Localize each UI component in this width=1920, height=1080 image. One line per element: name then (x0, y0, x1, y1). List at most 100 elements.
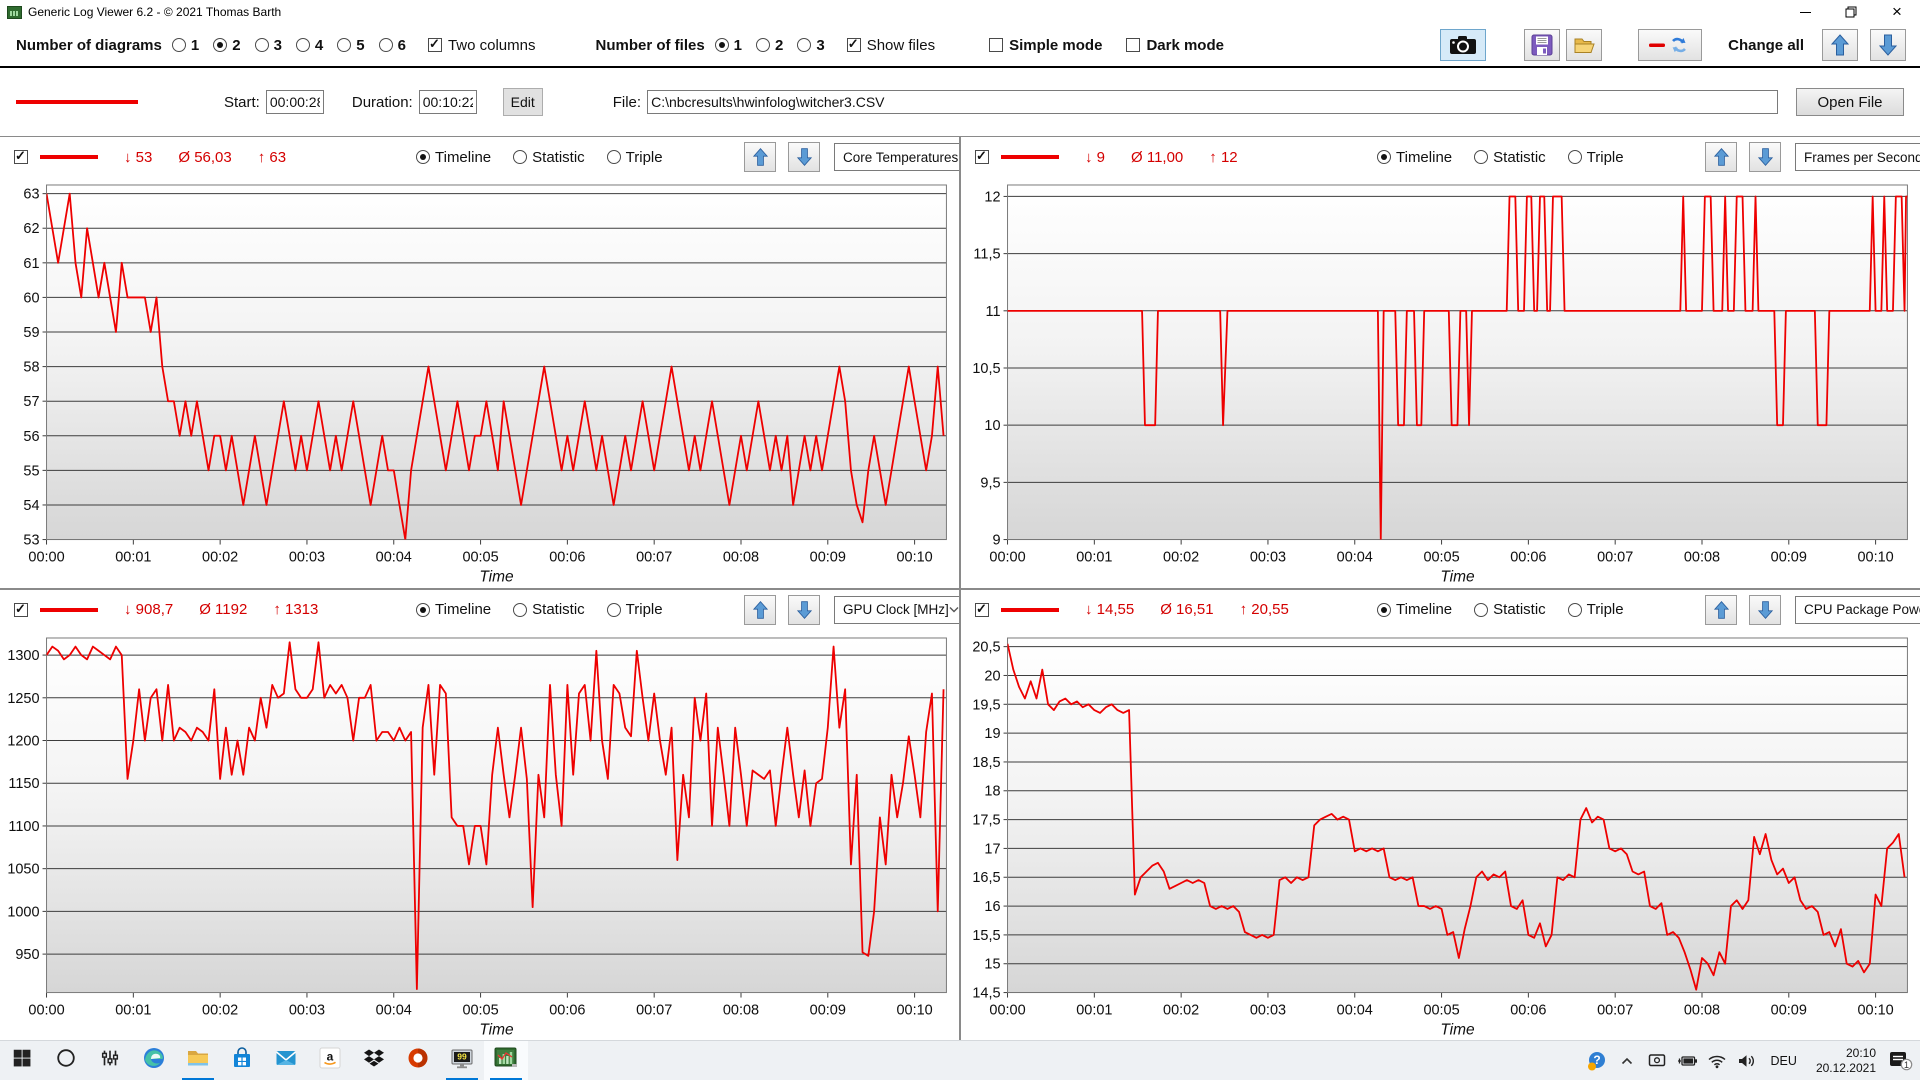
svg-text:Time: Time (1440, 569, 1475, 586)
mode-radio-statistic[interactable]: Statistic (1474, 601, 1546, 618)
arrow-down-icon (1758, 147, 1773, 167)
change-all-down-button[interactable] (1870, 29, 1906, 61)
diagram-radio-3[interactable]: 3 (255, 37, 282, 54)
mode-radio-statistic[interactable]: Statistic (513, 601, 585, 618)
taskbar-app-file-explorer[interactable] (176, 1041, 220, 1080)
panel-enabled-checkbox[interactable] (14, 603, 28, 617)
svg-text:1250: 1250 (7, 690, 39, 706)
taskbar-app-dropbox[interactable] (352, 1041, 396, 1080)
mode-radio-triple[interactable]: Triple (607, 149, 663, 166)
mode-radio-timeline[interactable]: Timeline (416, 149, 491, 166)
svg-text:00:07: 00:07 (636, 1002, 672, 1018)
filecount-radio-2[interactable]: 2 (756, 37, 783, 54)
radio-label: 2 (775, 37, 783, 54)
chart-grid: ↓ 53 Ø 56,03 ↑ 63 TimelineStatisticTripl… (0, 136, 1920, 1040)
open-file-button[interactable]: Open File (1796, 88, 1904, 116)
file-path-input[interactable] (647, 90, 1778, 114)
svg-text:10: 10 (984, 418, 1000, 434)
change-all-up-button[interactable] (1822, 29, 1858, 61)
mode-radio-triple[interactable]: Triple (1568, 149, 1624, 166)
svg-text:00:04: 00:04 (376, 1002, 412, 1018)
wifi-tray-icon[interactable] (1704, 1041, 1730, 1080)
screenshot-button[interactable] (1440, 29, 1486, 61)
save-button[interactable] (1524, 29, 1560, 61)
panel-enabled-checkbox[interactable] (975, 603, 989, 617)
language-indicator[interactable]: DEU (1764, 1054, 1804, 1068)
taskbar-app-edge[interactable] (132, 1041, 176, 1080)
taskbar-app-office[interactable] (396, 1041, 440, 1080)
restore-button[interactable] (1828, 0, 1874, 24)
battery-tray-icon[interactable] (1674, 1041, 1700, 1080)
diagram-radio-2[interactable]: 2 (213, 37, 240, 54)
edit-button[interactable]: Edit (503, 88, 543, 116)
mode-radio-timeline[interactable]: Timeline (416, 601, 491, 618)
radio-label: Triple (1587, 149, 1624, 166)
move-down-button[interactable] (788, 142, 820, 172)
taskbar-app-store[interactable] (220, 1041, 264, 1080)
move-up-button[interactable] (1705, 595, 1737, 625)
measure-select[interactable]: Frames per Second [FPS] (1795, 143, 1920, 171)
filecount-radio-1[interactable]: 1 (715, 37, 742, 54)
mode-radio-timeline[interactable]: Timeline (1377, 149, 1452, 166)
arrow-down-icon (797, 600, 812, 620)
panel-enabled-checkbox[interactable] (975, 150, 989, 164)
move-down-button[interactable] (788, 595, 820, 625)
show-files-checkbox[interactable]: Show files (847, 37, 935, 54)
taskbar-app-task-view[interactable] (88, 1041, 132, 1080)
display-tray-icon[interactable] (1644, 1041, 1670, 1080)
svg-text:Time: Time (1440, 1021, 1475, 1038)
arrow-up-icon (753, 147, 768, 167)
dark-mode-checkbox[interactable]: Dark mode (1126, 37, 1224, 54)
timeline-chart: 636261605958575655545300:0000:0100:0200:… (0, 177, 959, 588)
taskbar-app-start[interactable] (0, 1041, 44, 1080)
move-up-button[interactable] (744, 595, 776, 625)
taskbar-app-hw-monitor[interactable]: 99 (440, 1041, 484, 1080)
diagram-radio-5[interactable]: 5 (337, 37, 364, 54)
diagram-radio-6[interactable]: 6 (379, 37, 406, 54)
diagram-radio-4[interactable]: 4 (296, 37, 323, 54)
svg-text:00:00: 00:00 (989, 1002, 1025, 1018)
simple-mode-checkbox[interactable]: Simple mode (989, 37, 1102, 54)
svg-text:63: 63 (23, 187, 39, 203)
taskbar-app-amazon[interactable]: a (308, 1041, 352, 1080)
reset-colors-button[interactable] (1638, 29, 1702, 61)
radio-icon (1568, 150, 1582, 164)
mode-radio-statistic[interactable]: Statistic (513, 149, 585, 166)
taskbar-app-mail[interactable] (264, 1041, 308, 1080)
mode-radio-statistic[interactable]: Statistic (1474, 149, 1546, 166)
clock[interactable]: 20:10 20.12.2021 (1808, 1046, 1884, 1076)
two-columns-checkbox[interactable]: Two columns (428, 37, 536, 54)
move-up-button[interactable] (744, 142, 776, 172)
radio-label: Timeline (435, 601, 491, 618)
taskbar-app-log-viewer[interactable] (484, 1041, 528, 1080)
radio-icon (1568, 603, 1582, 617)
move-down-button[interactable] (1749, 142, 1781, 172)
mode-radio-timeline[interactable]: Timeline (1377, 601, 1452, 618)
help-tray-icon[interactable]: ? (1584, 1041, 1610, 1080)
panel-enabled-checkbox[interactable] (14, 150, 28, 164)
measure-select[interactable]: Core Temperatures [°C] (834, 143, 959, 171)
folder-icon (1573, 35, 1595, 55)
measure-select[interactable]: GPU Clock [MHz] (834, 596, 959, 624)
mode-radio-triple[interactable]: Triple (1568, 601, 1624, 618)
tray-chevron-up-icon[interactable] (1614, 1041, 1640, 1080)
mode-radio-triple[interactable]: Triple (607, 601, 663, 618)
radio-icon (416, 150, 430, 164)
close-button[interactable]: × (1874, 0, 1920, 24)
start-time-input[interactable] (266, 90, 324, 114)
svg-text:00:03: 00:03 (289, 1002, 325, 1018)
volume-tray-icon[interactable] (1734, 1041, 1760, 1080)
filecount-radio-3[interactable]: 3 (797, 37, 824, 54)
minimize-button[interactable] (1782, 0, 1828, 24)
svg-text:11: 11 (986, 304, 1001, 320)
move-up-button[interactable] (1705, 142, 1737, 172)
open-folder-button[interactable] (1566, 29, 1602, 61)
taskbar-app-search[interactable] (44, 1041, 88, 1080)
svg-text:00:01: 00:01 (1076, 550, 1112, 566)
measure-select[interactable]: CPU Package Power [W] (1795, 596, 1920, 624)
duration-input[interactable] (419, 90, 477, 114)
diagram-radio-1[interactable]: 1 (172, 37, 199, 54)
notification-center-icon[interactable]: 1 (1888, 1041, 1914, 1080)
max-value: ↑ 20,55 (1240, 601, 1289, 618)
move-down-button[interactable] (1749, 595, 1781, 625)
